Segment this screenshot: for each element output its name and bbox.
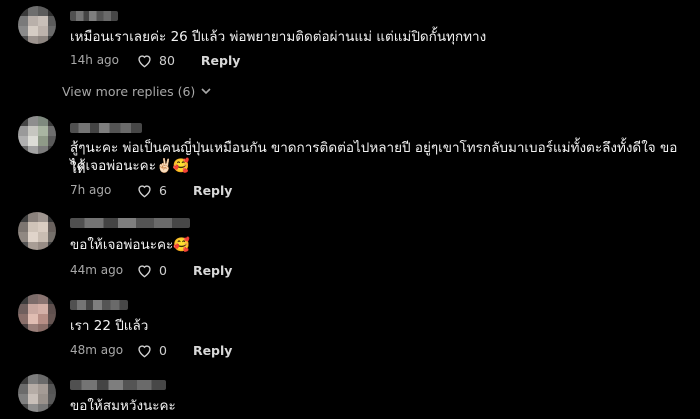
reply-button[interactable]: Reply [193,343,232,358]
like-button[interactable]: 0 [136,263,167,278]
chevron-down-icon [201,88,211,95]
comment-time: 48m ago [70,343,124,357]
avatar[interactable] [18,212,56,250]
reply-button[interactable]: Reply [193,263,232,278]
comment-text: ขอให้เจอพ่อนะคะ🥰 [70,237,191,253]
comment-text: ขอให้สมหวังนะคะ [70,398,176,414]
heart-icon [138,54,151,67]
like-count: 80 [159,52,175,68]
comment-text: เรา 22 ปีแล้ว [70,318,149,334]
comment-time: 7h ago [70,183,112,197]
like-button[interactable]: 6 [136,183,167,198]
like-count: 0 [159,342,167,358]
avatar[interactable] [18,294,56,332]
username-blurred[interactable] [70,11,118,21]
like-count: 0 [159,262,167,278]
like-button[interactable]: 0 [136,343,167,358]
comment-text: เหมือนเราเลยค่ะ 26 ปีแล้ว พ่อพยายามติดต่… [70,29,487,45]
comment-text-line2: ได้เจอพ่อนะคะ✌🏻🥰 [70,158,190,174]
heart-icon [138,184,151,197]
comment-meta: 44m ago 0 Reply [70,262,232,278]
comment-meta: 48m ago 0 Reply [70,342,232,358]
heart-icon [138,264,151,277]
reply-button[interactable]: Reply [193,183,232,198]
comment-meta: 7h ago 6 Reply [70,182,232,198]
comment-meta: 14h ago 80 Reply [70,52,240,68]
comment-time: 44m ago [70,263,124,277]
username-blurred[interactable] [70,218,190,228]
avatar[interactable] [18,374,56,412]
username-blurred[interactable] [70,380,166,390]
username-blurred[interactable] [70,300,128,310]
view-more-label: View more replies (6) [62,84,196,99]
reply-button[interactable]: Reply [201,53,240,68]
view-more-replies-button[interactable]: View more replies (6) [62,84,211,99]
username-blurred[interactable] [70,123,142,133]
avatar[interactable] [18,6,56,44]
comment-time: 14h ago [70,53,120,67]
heart-icon [138,344,151,357]
avatar[interactable] [18,116,56,154]
like-count: 6 [159,182,167,198]
like-button[interactable]: 80 [136,53,175,68]
